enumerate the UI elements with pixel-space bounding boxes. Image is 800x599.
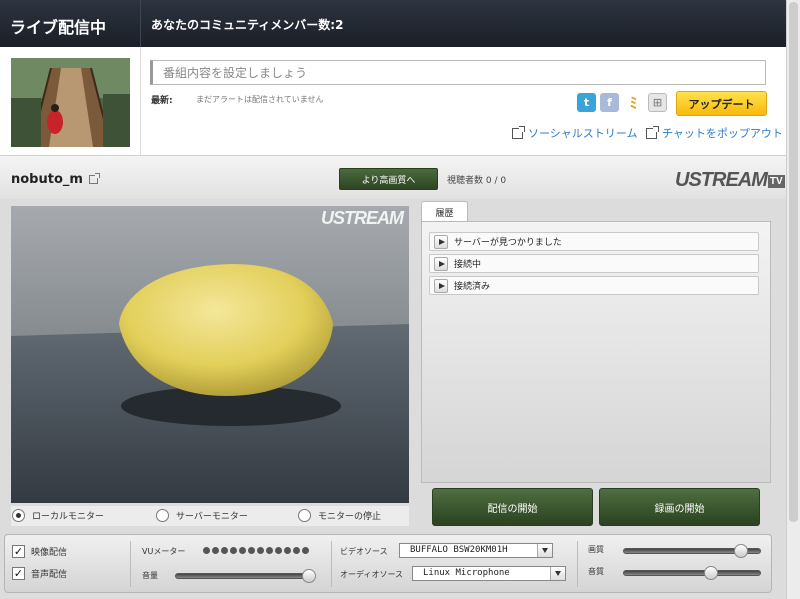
audio-quality-slider[interactable] <box>623 566 761 580</box>
history-item-label: 接続済み <box>454 282 491 292</box>
video-broadcast-checkbox[interactable]: ✓ 映像配信 <box>12 545 67 558</box>
expand-arrow-icon[interactable] <box>434 234 448 249</box>
live-status-label: ライブ配信中 <box>10 18 107 37</box>
local-monitor-label: ローカルモニター <box>32 512 105 522</box>
radio-button[interactable] <box>156 509 169 522</box>
channel-thumbnail <box>11 58 130 147</box>
picture-quality-label: 画質 <box>588 545 604 554</box>
volume-slider[interactable] <box>175 569 316 583</box>
audio-broadcast-label: 音声配信 <box>31 570 68 580</box>
start-broadcast-button[interactable]: 配信の開始 <box>432 488 593 526</box>
volume-slider-knob[interactable] <box>302 569 316 583</box>
expand-arrow-icon[interactable] <box>434 256 448 271</box>
broadcast-panel: nobuto_m より高画質へ 視聴者数 0 / 0 USTREAM TV US… <box>0 155 786 599</box>
checkbox-checked[interactable]: ✓ <box>12 545 25 558</box>
top-bar: ライブ配信中 あなたのコミュニティメンバー数:2 <box>0 0 786 47</box>
ustream-logo-text: USTREAM <box>675 169 768 191</box>
ustream-logo-tv: TV <box>767 175 785 188</box>
latest-alert-label: 最新: <box>151 96 173 106</box>
video-watermark: USTREAM <box>321 208 404 228</box>
video-source-value: BUFFALO BSW20KM01H <box>410 545 508 555</box>
vu-meter <box>203 547 309 554</box>
history-item[interactable]: 接続済み <box>429 276 759 295</box>
expand-arrow-icon[interactable] <box>434 278 448 293</box>
local-monitor-radio[interactable]: ローカルモニター <box>12 509 104 522</box>
server-monitor-radio[interactable]: サーバーモニター <box>156 509 248 522</box>
channel-thumbnail-photo <box>11 58 130 147</box>
viewer-count: 視聴者数 0 / 0 <box>447 176 507 186</box>
history-panel: サーバーが見つかりました 接続中 接続済み <box>421 221 771 483</box>
stop-monitor-radio[interactable]: モニターの停止 <box>298 509 381 522</box>
community-members-count: あなたのコミュニティメンバー数:2 <box>151 18 344 32</box>
popout-icon <box>646 125 659 139</box>
audio-broadcast-checkbox[interactable]: ✓ 音声配信 <box>12 567 67 580</box>
audio-quality-slider-knob[interactable] <box>704 566 718 580</box>
audio-source-select[interactable]: Linux Microphone <box>412 566 566 581</box>
twitter-icon[interactable]: t <box>577 93 596 112</box>
history-item-label: サーバーが見つかりました <box>454 238 562 248</box>
controls-divider <box>577 541 578 587</box>
ustream-logo: USTREAM TV <box>675 169 785 192</box>
top-bar-divider <box>140 0 141 47</box>
video-source-select[interactable]: BUFFALO BSW20KM01H <box>399 543 553 558</box>
popout-icon <box>512 125 525 139</box>
page-scrollbar[interactable] <box>786 0 800 599</box>
video-preview: USTREAM <box>11 206 409 503</box>
tab-history[interactable]: 履歴 <box>421 201 468 222</box>
chevron-down-icon[interactable] <box>537 544 552 557</box>
video-frame <box>11 206 409 503</box>
chat-popout-label: チャットをポップアウト <box>662 127 783 140</box>
higher-quality-button[interactable]: より高画質へ <box>339 168 438 190</box>
chat-popout-link[interactable]: チャットをポップアウト <box>646 125 783 141</box>
history-item[interactable]: 接続中 <box>429 254 759 273</box>
history-item[interactable]: サーバーが見つかりました <box>429 232 759 251</box>
vu-meter-label: VUメーター <box>142 547 186 556</box>
video-broadcast-label: 映像配信 <box>31 548 68 558</box>
mixi-icon[interactable]: ﾐ <box>624 93 643 112</box>
video-source-label: ビデオソース <box>340 547 388 556</box>
stop-monitor-label: モニターの停止 <box>318 512 382 522</box>
audio-source-label: オーディオソース <box>340 570 404 579</box>
social-stream-label: ソーシャルストリーム <box>528 127 638 140</box>
chevron-down-icon[interactable] <box>550 567 565 580</box>
update-button[interactable]: アップデート <box>676 91 767 116</box>
start-recording-button[interactable]: 録画の開始 <box>599 488 760 526</box>
external-link-icon[interactable] <box>89 173 100 184</box>
audio-quality-label: 音質 <box>588 567 604 576</box>
channel-name: nobuto_m <box>11 172 83 187</box>
monitor-options: ローカルモニター サーバーモニター モニターの停止 <box>11 506 409 526</box>
controls-divider <box>130 541 131 587</box>
server-monitor-label: サーバーモニター <box>176 512 248 522</box>
checkbox-checked[interactable]: ✓ <box>12 567 25 580</box>
audio-source-value: Linux Microphone <box>423 568 510 578</box>
history-item-label: 接続中 <box>454 260 482 270</box>
scrollbar-thumb[interactable] <box>789 2 798 522</box>
volume-label: 音量 <box>142 571 158 580</box>
latest-alert-text: まだアラートは配信されていません <box>196 95 324 104</box>
stream-controls: ✓ 映像配信 ✓ 音声配信 VUメーター 音量 ビデオソース BUFFALO B… <box>4 534 772 593</box>
picture-quality-slider-knob[interactable] <box>734 544 748 558</box>
facebook-icon[interactable]: f <box>600 93 619 112</box>
radio-button-selected[interactable] <box>12 509 25 522</box>
program-description-input[interactable] <box>150 60 766 85</box>
radio-button[interactable] <box>298 509 311 522</box>
controls-divider <box>331 541 332 587</box>
picture-quality-slider[interactable] <box>623 544 761 558</box>
panel-header: nobuto_m より高画質へ 視聴者数 0 / 0 USTREAM TV <box>0 155 786 199</box>
other-share-icon[interactable]: ⊞ <box>648 93 667 112</box>
header-divider <box>140 47 141 155</box>
social-stream-link[interactable]: ソーシャルストリーム <box>512 125 637 141</box>
